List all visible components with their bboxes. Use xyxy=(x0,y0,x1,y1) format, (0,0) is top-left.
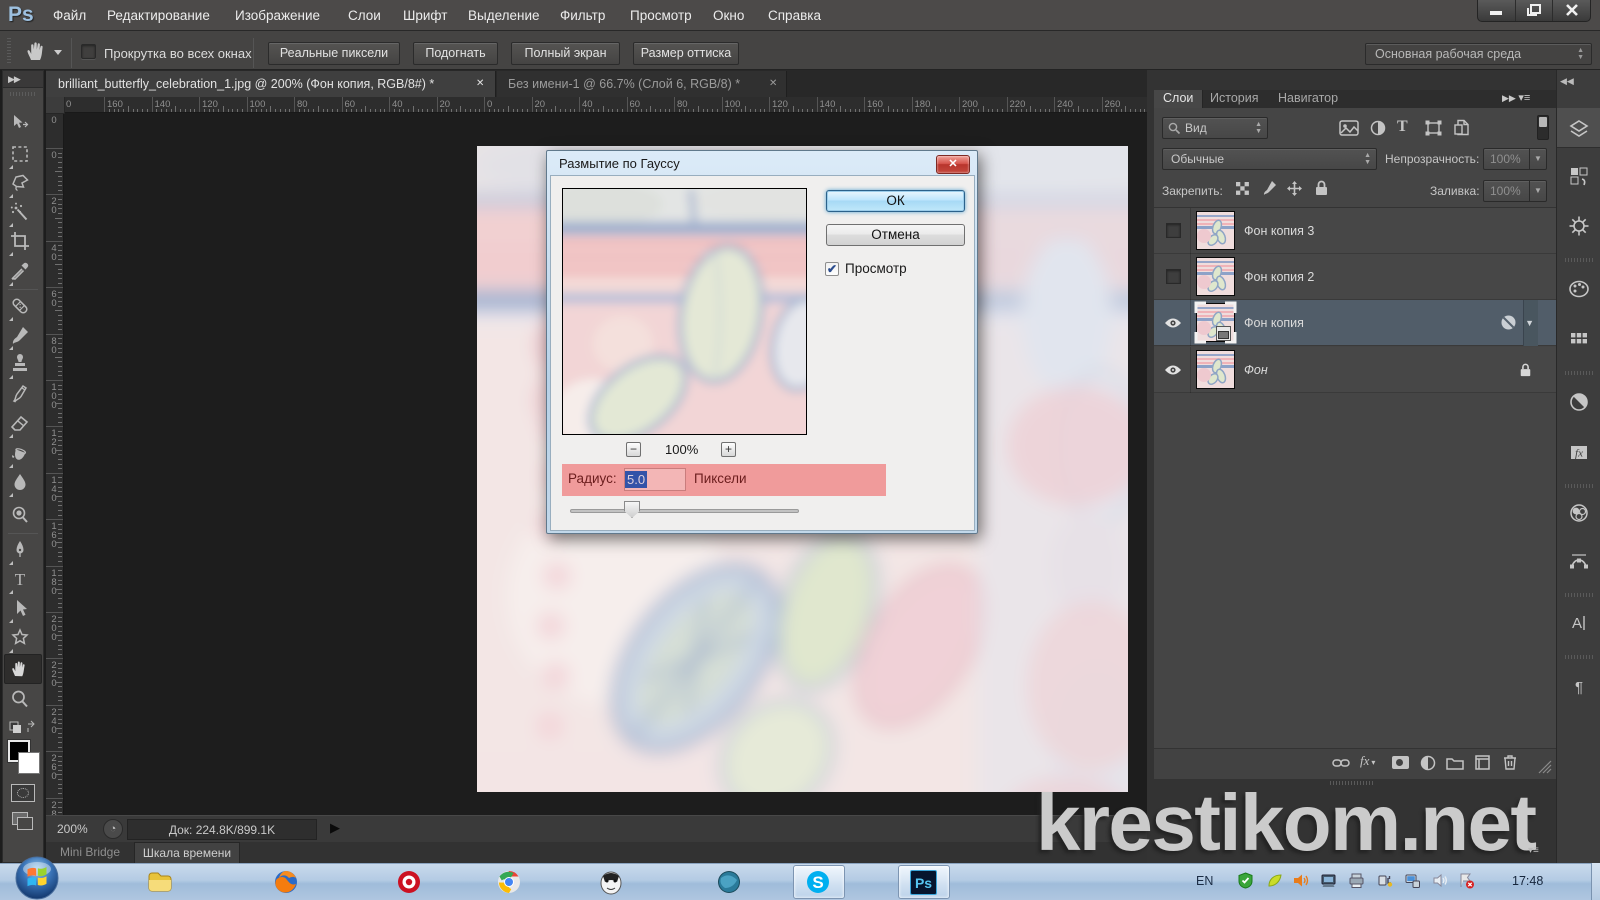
svg-text:¶: ¶ xyxy=(1574,679,1582,696)
svg-text:A: A xyxy=(1571,615,1581,632)
svg-text:S: S xyxy=(812,873,823,892)
svg-text:fx: fx xyxy=(1575,448,1583,460)
svg-text:T: T xyxy=(15,570,26,589)
